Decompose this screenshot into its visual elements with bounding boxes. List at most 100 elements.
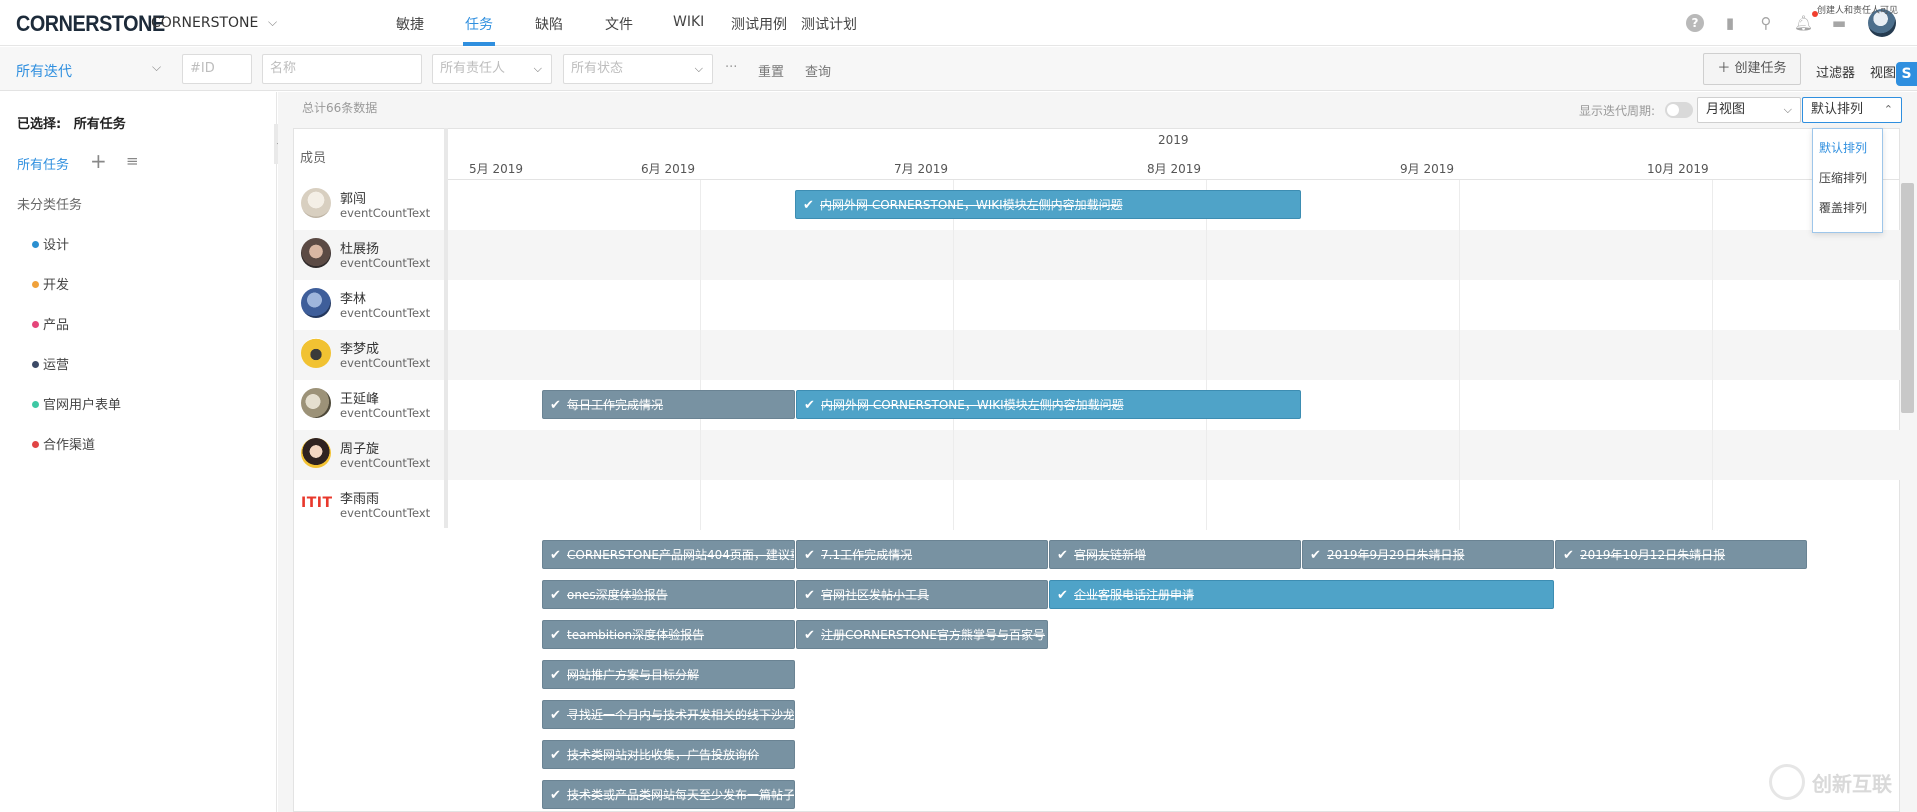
category-design[interactable]: 设计 [32,234,69,253]
list-icon[interactable]: ≡ [126,152,139,170]
nav-tab-files[interactable]: 文件 [605,14,633,34]
help-icon[interactable]: ? [1686,14,1704,32]
iteration-select[interactable]: 所有迭代 [16,61,72,81]
category-label: 产品 [43,318,70,333]
member-event-count: eventCountText [340,356,431,370]
check-icon: ✔ [550,788,561,803]
sort-option-default[interactable]: 默认排列 [1819,139,1867,156]
avatar[interactable] [301,388,331,418]
member-column-divider [444,128,448,528]
view-mode-select[interactable]: 月视图 ⌵ [1697,97,1801,123]
task-title: 官网社区发帖小工具 [821,588,930,602]
nav-tab-tasks[interactable]: 任务 [465,14,493,34]
avatar[interactable] [301,288,331,318]
task-bar[interactable]: ✔ 内网外网 CORNERSTONE，WIKI模块左侧内容加载问题 [795,190,1301,219]
plus-icon[interactable]: + [90,149,107,173]
assignee-filter-label: 所有责任人 [440,61,506,76]
all-tasks-link[interactable]: 所有任务 [17,154,69,173]
sort-option-compact[interactable]: 压缩排列 [1819,169,1867,186]
show-iteration-toggle[interactable] [1665,102,1693,118]
status-filter-select[interactable]: 所有状态 ⌵ [563,54,713,84]
chevron-down-icon[interactable]: ⌵ [268,15,277,30]
nav-tab-wiki[interactable]: WIKI [673,14,704,30]
members-column-header: 成员 [300,151,327,166]
task-title: 7.1工作完成情况 [821,548,913,562]
check-icon: ✔ [804,398,815,413]
category-partners[interactable]: 合作渠道 [32,434,95,453]
category-dot [32,321,39,328]
task-title: 技术类或产品类网站每天至少发布一篇帖子 [567,788,795,802]
selected-prefix: 已选择: [17,117,62,132]
member-event-count: eventCountText [340,206,431,220]
task-bar[interactable]: ✔ 每日工作完成情况 [542,390,795,419]
task-bar[interactable]: ✔ 企业客服电话注册申请 [1049,580,1554,609]
task-bar[interactable]: ✔ 官网友链新增 [1049,540,1301,569]
task-bar[interactable]: ✔ 官网社区发帖小工具 [796,580,1048,609]
sort-option-overlay[interactable]: 覆盖排列 [1819,199,1867,216]
avatar[interactable] [301,238,331,268]
task-bar[interactable]: ✔ 寻找近一个月内与技术开发相关的线下沙龙 [542,700,795,729]
task-bar[interactable]: ✔ 技术类或产品类网站每天至少发布一篇帖子 [542,780,795,809]
year-header: 2019 [1158,133,1189,147]
uncategorized-tasks-link[interactable]: 未分类任务 [17,194,82,213]
total-count: 总计66条数据 [302,101,378,115]
chevron-down-icon[interactable]: ⌵ [152,60,161,75]
task-title: 网站推广方案与目标分解 [567,668,700,682]
chevron-up-icon: ⌃ [1883,103,1893,116]
book-icon[interactable]: ▮ [1721,14,1739,32]
task-bar[interactable]: ✔ 7.1工作完成情况 [796,540,1048,569]
name-filter-input[interactable]: 名称 [262,54,422,84]
check-icon: ✔ [1057,548,1068,563]
avatar[interactable]: ITIT [301,495,333,511]
avatar[interactable] [301,438,331,468]
member-event-count: eventCountText [340,406,431,420]
search-icon[interactable]: ⚲ [1757,14,1775,32]
task-bar[interactable]: ✔ 技术类网站对比收集，广告投放询价 [542,740,795,769]
top-navbar: CORNERSTONE CORNERSTONE ⌵ 敏捷 任务 缺陷 文件 WI… [0,0,1917,46]
cornerstone-logo[interactable]: CORNERSTONE [16,11,165,37]
task-bar[interactable]: ✔ 内网外网 CORNERSTONE，WIKI模块左侧内容加载问题 [796,390,1301,419]
avatar[interactable] [301,338,331,368]
category-label: 合作渠道 [43,438,96,453]
more-filters-button[interactable]: ··· [725,60,737,75]
folder-icon[interactable]: ▬ [1830,14,1848,32]
project-switcher[interactable]: CORNERSTONE [151,15,258,31]
task-bar[interactable]: ✔ 注册CORNERSTONE官方熊掌号与百家号 [796,620,1048,649]
category-dev[interactable]: 开发 [32,274,69,293]
category-label: 开发 [43,278,70,293]
view-menu[interactable]: 视图 [1870,62,1896,81]
view-mode-value: 月视图 [1706,102,1746,117]
nav-tab-test-plans[interactable]: 测试计划 [801,14,857,34]
left-sidebar: 已选择: 所有任务 所有任务 + ≡ 未分类任务 设计 开发 产品 运营 官网用… [0,92,277,812]
sort-mode-select[interactable]: 默认排列 ⌃ [1802,97,1902,123]
reset-button[interactable]: 重置 [758,61,784,80]
id-filter-input[interactable]: #ID [182,54,252,84]
task-bar[interactable]: ✔ CORNERSTONE产品网站404页面，建议重 [542,540,795,569]
task-bar[interactable]: ✔ 网站推广方案与目标分解 [542,660,795,689]
month-header: 10月 2019 [1647,162,1709,176]
task-bar[interactable]: ✔ teambition深度体验报告 [542,620,795,649]
category-label: 官网用户表单 [43,398,122,413]
task-bar[interactable]: ✔ 2019年10月12日朱靖日报 [1555,540,1807,569]
member-event-count: eventCountText [340,506,431,520]
check-icon: ✔ [550,708,561,723]
bell-icon[interactable]: 🔔︎ [1794,14,1813,32]
check-icon: ✔ [550,588,561,603]
selected-value: 所有任务 [73,117,126,132]
task-bar[interactable]: ✔ 2019年9月29日朱靖日报 [1302,540,1554,569]
nav-tab-test-cases[interactable]: 测试用例 [731,14,787,34]
assignee-filter-select[interactable]: 所有责任人 ⌵ [432,54,552,84]
category-website-forms[interactable]: 官网用户表单 [32,394,121,413]
nav-tab-defects[interactable]: 缺陷 [535,14,563,34]
category-operations[interactable]: 运营 [32,354,69,373]
query-button[interactable]: 查询 [805,61,831,80]
filter-menu[interactable]: 过滤器 [1816,62,1855,81]
category-product[interactable]: 产品 [32,314,69,333]
avatar[interactable] [301,188,331,218]
nav-tab-agile[interactable]: 敏捷 [396,14,424,34]
check-icon: ✔ [804,628,815,643]
task-bar[interactable]: ✔ ones深度体验报告 [542,580,795,609]
vertical-scrollbar[interactable] [1901,183,1914,413]
side-service-icon[interactable]: S [1896,62,1917,86]
create-task-button[interactable]: ＋ 创建任务 [1703,53,1801,85]
